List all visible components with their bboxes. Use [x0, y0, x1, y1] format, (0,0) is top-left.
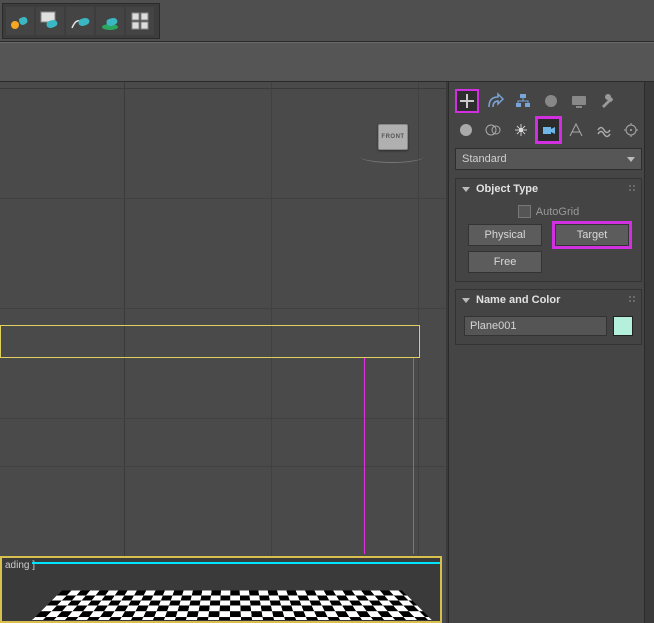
object-color-swatch[interactable]: [613, 316, 633, 336]
dropdown-label: Standard: [462, 153, 507, 165]
teapot-window-icon[interactable]: [36, 7, 64, 35]
grip-icon: [628, 184, 637, 193]
selected-plane-outline[interactable]: [0, 325, 420, 358]
front-viewport[interactable]: FRONT: [0, 82, 446, 562]
physical-button[interactable]: Physical: [468, 224, 542, 246]
object-type-rollout: Object Type AutoGrid Physical Target Fre…: [455, 178, 642, 282]
rollout-title: Object Type: [476, 183, 538, 195]
object-name-input[interactable]: Plane001: [464, 316, 607, 336]
object-type-header[interactable]: Object Type: [456, 179, 641, 199]
modify-tab[interactable]: [483, 89, 507, 113]
perspective-label: ading ]: [5, 560, 35, 571]
hierarchy-tab[interactable]: [511, 89, 535, 113]
checker-plane: [32, 591, 432, 620]
name-color-header[interactable]: Name and Color: [456, 290, 641, 310]
create-subcategories: [455, 118, 642, 142]
collapse-triangle-icon: [462, 187, 470, 192]
rollout-title: Name and Color: [476, 294, 560, 306]
spacewarps-icon[interactable]: [593, 119, 615, 141]
sub-toolbar: [0, 42, 654, 82]
viewcube-base: [360, 150, 424, 163]
target-button[interactable]: Target: [555, 224, 629, 246]
geometry-icon[interactable]: [455, 119, 477, 141]
display-tab[interactable]: [567, 89, 591, 113]
teapot-gear-icon[interactable]: [6, 7, 34, 35]
free-button[interactable]: Free: [468, 251, 542, 273]
render-grid-icon[interactable]: [126, 7, 154, 35]
perspective-viewport[interactable]: ading ]: [0, 556, 442, 623]
cameras-icon[interactable]: [538, 119, 560, 141]
systems-icon[interactable]: [620, 119, 642, 141]
panel-scrollbar[interactable]: [644, 82, 654, 623]
shapes-icon[interactable]: [483, 119, 505, 141]
autogrid-checkbox[interactable]: [518, 205, 531, 218]
autogrid-label: AutoGrid: [536, 206, 579, 218]
plane-edge-highlight: [32, 562, 440, 564]
chevron-down-icon: [627, 157, 635, 162]
command-panel: Standard Object Type AutoGrid Physical T…: [448, 82, 654, 623]
lights-icon[interactable]: [510, 119, 532, 141]
teapot-splash-icon[interactable]: [96, 7, 124, 35]
teapot-bounce-icon[interactable]: [66, 7, 94, 35]
viewport-area: FRONT ading ]: [0, 82, 446, 623]
grip-icon: [628, 295, 637, 304]
autogrid-row[interactable]: AutoGrid: [464, 205, 633, 218]
subcategory-dropdown[interactable]: Standard: [455, 148, 642, 170]
viewcube[interactable]: FRONT: [378, 124, 408, 150]
utilities-tab[interactable]: [595, 89, 619, 113]
name-color-rollout: Name and Color Plane001: [455, 289, 642, 345]
motion-tab[interactable]: [539, 89, 563, 113]
camera-cone-line: [364, 358, 365, 554]
create-tab[interactable]: [455, 89, 479, 113]
collapse-triangle-icon: [462, 298, 470, 303]
camera-cone-line: [413, 358, 414, 554]
top-toolbar: [0, 0, 654, 42]
helpers-icon[interactable]: [565, 119, 587, 141]
command-panel-tabs: [455, 88, 642, 114]
